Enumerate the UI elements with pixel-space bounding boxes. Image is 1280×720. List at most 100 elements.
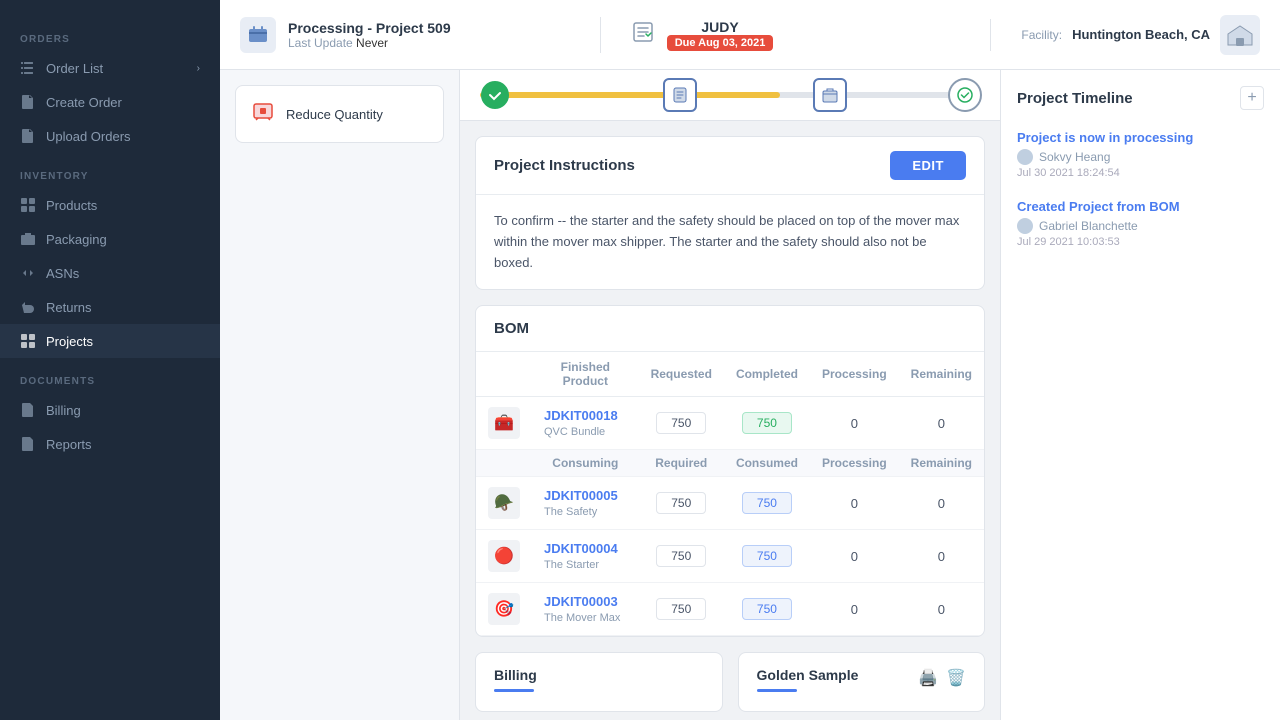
consuming-sub: The Starter xyxy=(544,559,599,571)
timeline-event-author: Gabriel Blanchette xyxy=(1017,218,1264,234)
reduce-quantity-label: Reduce Quantity xyxy=(286,107,383,122)
orders-section-label: ORDERS xyxy=(0,16,220,51)
avatar xyxy=(1017,218,1033,234)
timeline-event: Created Project from BOM Gabriel Blanche… xyxy=(1017,199,1264,248)
step-4-icon xyxy=(948,78,982,112)
consuming-row: 🪖 JDKIT00005 The Safety 750 750 0 0 xyxy=(476,477,984,530)
sidebar-item-billing[interactable]: Billing xyxy=(0,393,220,427)
reports-icon xyxy=(20,436,36,452)
returns-icon xyxy=(20,299,36,315)
sidebar-item-returns[interactable]: Returns xyxy=(0,290,220,324)
product-link[interactable]: JDKIT00018 xyxy=(544,408,627,423)
qty-completed: 750 xyxy=(742,412,792,434)
product-image: 🧰 xyxy=(488,407,520,439)
golden-sample-bar xyxy=(757,689,797,692)
th-consuming: Consuming xyxy=(532,450,639,477)
sidebar-products-label: Products xyxy=(46,198,97,213)
sidebar-upload-orders-label: Upload Orders xyxy=(46,129,131,144)
projects-icon xyxy=(20,333,36,349)
timeline-header: Project Timeline + xyxy=(1017,86,1264,110)
right-panel: Project Timeline + Project is now in pro… xyxy=(1000,70,1280,720)
timeline-event-date: Jul 29 2021 10:03:53 xyxy=(1017,236,1264,248)
sidebar-create-order-label: Create Order xyxy=(46,95,122,110)
edit-button[interactable]: EDIT xyxy=(890,151,966,180)
sidebar-item-order-list[interactable]: Order List › xyxy=(0,51,220,85)
consuming-remaining: 0 xyxy=(899,583,984,636)
golden-sample-title: Golden Sample xyxy=(757,667,859,683)
consuming-image: 🪖 xyxy=(488,487,520,519)
print-icon[interactable]: 🖨️ xyxy=(918,668,938,688)
consuming-row: 🎯 JDKIT00003 The Mover Max 750 750 0 0 xyxy=(476,583,984,636)
progress-step-4[interactable] xyxy=(948,78,982,112)
instructions-title: Project Instructions xyxy=(494,157,635,174)
product-sub: QVC Bundle xyxy=(544,426,605,438)
qty-required: 750 xyxy=(656,545,706,567)
sidebar-item-projects[interactable]: Projects xyxy=(0,324,220,358)
qty-remaining: 0 xyxy=(899,397,984,450)
progress-step-3[interactable] xyxy=(813,78,847,112)
progress-bar-fill xyxy=(480,92,780,98)
billing-bar xyxy=(494,689,534,692)
qty-required: 750 xyxy=(656,598,706,620)
top-header: Processing - Project 509 Last Update Nev… xyxy=(220,0,1280,70)
progress-step-2[interactable] xyxy=(663,78,697,112)
progress-step-1[interactable] xyxy=(481,81,509,109)
project-update: Last Update Never xyxy=(288,36,451,50)
reduce-quantity-card[interactable]: Reduce Quantity xyxy=(235,85,444,143)
avatar xyxy=(1017,149,1033,165)
consuming-sub: The Safety xyxy=(544,506,597,518)
author-name: Gabriel Blanchette xyxy=(1039,219,1138,233)
instructions-header: Project Instructions EDIT xyxy=(476,137,984,195)
th-completed: Completed xyxy=(724,352,810,397)
billing-card: Billing xyxy=(475,652,723,712)
timeline-add-button[interactable]: + xyxy=(1240,86,1264,110)
assignee-due: Due Aug 03, 2021 xyxy=(667,35,774,51)
sidebar-item-asns[interactable]: ASNs xyxy=(0,256,220,290)
grid-icon xyxy=(20,197,36,213)
consuming-link[interactable]: JDKIT00005 xyxy=(544,488,627,503)
th-remaining-2: Remaining xyxy=(899,450,984,477)
consuming-row: 🔴 JDKIT00004 The Starter 750 750 0 0 xyxy=(476,530,984,583)
bom-product-row: 🧰 JDKIT00018 QVC Bundle 750 750 0 0 xyxy=(476,397,984,450)
left-panel: Reduce Quantity xyxy=(220,70,460,720)
timeline-event-date: Jul 30 2021 18:24:54 xyxy=(1017,167,1264,179)
th-remaining: Remaining xyxy=(899,352,984,397)
timeline-title: Project Timeline xyxy=(1017,90,1133,107)
delete-icon[interactable]: 🗑️ xyxy=(946,668,966,688)
inventory-section-label: INVENTORY xyxy=(0,153,220,188)
consuming-sub: The Mover Max xyxy=(544,612,620,624)
project-icon xyxy=(240,17,276,53)
doc-icon xyxy=(20,94,36,110)
sidebar-item-products[interactable]: Products xyxy=(0,188,220,222)
sidebar-item-create-order[interactable]: Create Order xyxy=(0,85,220,119)
documents-section-label: DOCUMENTS xyxy=(0,358,220,393)
consuming-link[interactable]: JDKIT00003 xyxy=(544,594,627,609)
sidebar-item-reports[interactable]: Reports xyxy=(0,427,220,461)
assignee-name: JUDY xyxy=(701,19,738,35)
chevron-right-icon: › xyxy=(197,63,200,74)
project-name: Processing - Project 509 xyxy=(288,20,451,36)
sidebar-packaging-label: Packaging xyxy=(46,232,107,247)
qty-consumed: 750 xyxy=(742,545,792,567)
box-icon xyxy=(20,231,36,247)
sidebar-item-upload-orders[interactable]: Upload Orders xyxy=(0,119,220,153)
facility-name: Huntington Beach, CA xyxy=(1072,27,1210,42)
sidebar-reports-label: Reports xyxy=(46,437,92,452)
timeline-event-title: Project is now in processing xyxy=(1017,130,1264,145)
bottom-cards: Billing Golden Sample 🖨️ 🗑️ xyxy=(475,652,985,712)
bom-header: BOM xyxy=(476,306,984,352)
th-icon xyxy=(476,352,532,397)
consuming-image: 🎯 xyxy=(488,593,520,625)
timeline-event: Project is now in processing Sokvy Heang… xyxy=(1017,130,1264,179)
sidebar-order-list-label: Order List xyxy=(46,61,103,76)
instructions-text: To confirm -- the starter and the safety… xyxy=(494,211,966,273)
billing-card-title: Billing xyxy=(494,667,704,683)
step-2-icon xyxy=(663,78,697,112)
th-finished-product: Finished Product xyxy=(532,352,639,397)
sidebar-asns-label: ASNs xyxy=(46,266,79,281)
author-name: Sokvy Heang xyxy=(1039,150,1110,164)
qty-consumed: 750 xyxy=(742,598,792,620)
sidebar-item-packaging[interactable]: Packaging xyxy=(0,222,220,256)
consuming-image: 🔴 xyxy=(488,540,520,572)
consuming-link[interactable]: JDKIT00004 xyxy=(544,541,627,556)
